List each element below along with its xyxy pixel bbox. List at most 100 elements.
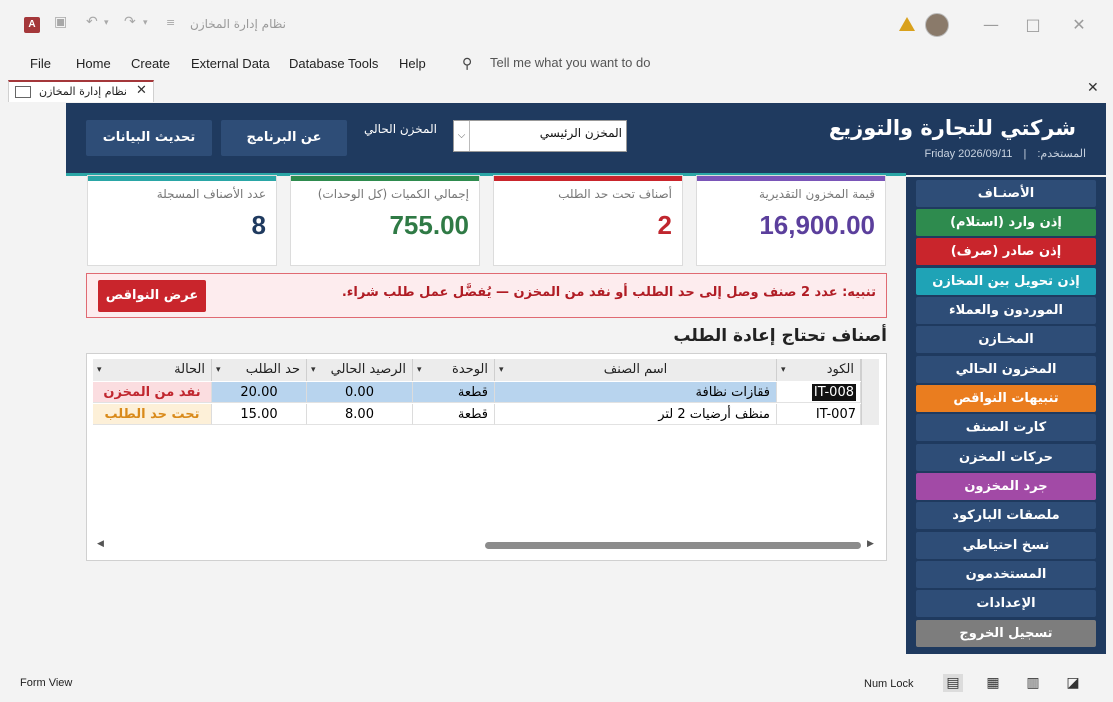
- about-button[interactable]: عن البرنامج: [221, 120, 347, 156]
- column-header-unit[interactable]: الوحدة ▾: [413, 359, 495, 381]
- minimize-icon[interactable]: —: [976, 10, 1006, 40]
- nav-warehouses-button[interactable]: المخـازن: [916, 326, 1096, 353]
- cell-unit[interactable]: قطعة: [413, 382, 495, 403]
- nav-current-stock-button[interactable]: المخزون الحالي: [916, 356, 1096, 383]
- card-accent-bar: [291, 176, 479, 181]
- cell-name[interactable]: فقازات نظافة: [495, 382, 777, 403]
- layout-view-icon[interactable]: ▥: [1023, 674, 1043, 692]
- card-value: 755.00: [389, 210, 469, 240]
- sort-arrow-icon[interactable]: ▾: [499, 359, 504, 381]
- tab-file[interactable]: File: [30, 56, 51, 71]
- redo-dropdown-icon[interactable]: ▾: [143, 18, 148, 28]
- document-tab-label: نظام إدارة المخازن: [39, 85, 127, 98]
- table-row[interactable]: IT-008 فقازات نظافة قطعة 0.00 20.00 نفد …: [93, 382, 861, 403]
- column-header-label: الوحدة: [452, 362, 488, 377]
- warehouse-select[interactable]: ⌵ المخزن الرئيسي: [453, 120, 627, 152]
- close-tab-icon[interactable]: ✕: [136, 83, 147, 98]
- datasheet-view-icon[interactable]: ▦: [983, 674, 1003, 692]
- design-view-icon[interactable]: ◪: [1063, 674, 1083, 692]
- sort-arrow-icon[interactable]: ▾: [216, 359, 221, 381]
- close-window-icon[interactable]: ✕: [1064, 10, 1094, 40]
- nav-items-button[interactable]: الأصنـاف: [916, 180, 1096, 207]
- redo-icon[interactable]: ↷: [124, 14, 136, 30]
- card-value: 2: [657, 210, 672, 240]
- nav-movements-button[interactable]: حركات المخزن: [916, 444, 1096, 471]
- card-accent-bar: [494, 176, 682, 181]
- user-label: المستخدم:: [1037, 148, 1086, 160]
- cell-reorder[interactable]: 20.00: [212, 382, 307, 403]
- cell-reorder[interactable]: 15.00: [212, 404, 307, 425]
- tab-create[interactable]: Create: [131, 56, 170, 71]
- cell-code[interactable]: IT-007: [777, 404, 861, 425]
- cell-unit[interactable]: قطعة: [413, 404, 495, 425]
- nav-backup-button[interactable]: نسخ احتياطي: [916, 532, 1096, 559]
- column-header-name[interactable]: اسم الصنف ▾: [495, 359, 777, 381]
- table-row[interactable]: IT-007 منظف أرضيات 2 لتر قطعة 8.00 15.00…: [93, 404, 861, 425]
- tab-database-tools[interactable]: Database Tools: [289, 56, 378, 71]
- column-header-code[interactable]: الكود ▾: [777, 359, 861, 381]
- save-icon[interactable]: ▣: [54, 14, 67, 30]
- nav-shortage-alerts-button[interactable]: تنبيهات النواقص: [916, 385, 1096, 412]
- form-icon: [15, 86, 31, 98]
- sort-arrow-icon[interactable]: ▾: [97, 359, 102, 381]
- refresh-data-button[interactable]: تحديث البيانات: [86, 120, 212, 156]
- cell-code[interactable]: IT-008: [777, 382, 861, 403]
- chevron-down-icon[interactable]: ⌵: [454, 121, 470, 151]
- sort-arrow-icon[interactable]: ▾: [311, 359, 316, 381]
- nav-item-card-button[interactable]: كارت الصنف: [916, 414, 1096, 441]
- avatar[interactable]: [925, 13, 949, 37]
- access-window: A ▣ ↶ ▾ ↷ ▾ ≡ نظام إدارة المخازن — □ ✕ F…: [0, 0, 1113, 702]
- card-label: عدد الأصناف المسجلة: [156, 187, 266, 201]
- tab-external-data[interactable]: External Data: [191, 56, 270, 71]
- nav-transfer-button[interactable]: إذن تحويل بين المخازن: [916, 268, 1096, 295]
- scroll-left-icon[interactable]: ◀: [97, 539, 104, 549]
- alert-text: تنبيه: عدد 2 صنف وصل إلى حد الطلب أو نفد…: [341, 285, 876, 300]
- status-bar: Form View Num Lock ▤ ▦ ▥ ◪: [0, 667, 1113, 702]
- card-below-reorder: أصناف تحت حد الطلب 2: [493, 175, 683, 266]
- tab-home[interactable]: Home: [76, 56, 111, 71]
- section-title: أصناف تحتاج إعادة الطلب: [673, 326, 887, 346]
- form-view-icon[interactable]: ▤: [943, 674, 963, 692]
- undo-dropdown-icon[interactable]: ▾: [104, 18, 109, 28]
- nav-issue-button[interactable]: إذن صادر (صرف): [916, 238, 1096, 265]
- cell-status[interactable]: نفد من المخزن: [93, 382, 212, 403]
- document-tab[interactable]: نظام إدارة المخازن ✕: [8, 80, 154, 102]
- company-name: شركتي للتجارة والتوزيع: [828, 116, 1076, 140]
- tell-me-input[interactable]: Tell me what you want to do: [490, 55, 650, 70]
- show-shortages-button[interactable]: عرض النواقص: [98, 280, 206, 312]
- scrollbar-thumb[interactable]: [485, 542, 861, 549]
- nav-stocktake-button[interactable]: جرد المخزون: [916, 473, 1096, 500]
- column-header-status[interactable]: الحالة ▾: [93, 359, 212, 381]
- nav-users-button[interactable]: المستخدمون: [916, 561, 1096, 588]
- close-document-icon[interactable]: ✕: [1087, 80, 1099, 96]
- nav-receipt-button[interactable]: إذن وارد (استلام): [916, 209, 1096, 236]
- search-icon[interactable]: ⚲: [462, 56, 472, 72]
- horizontal-scrollbar[interactable]: ◀ ▶: [95, 538, 877, 552]
- nav-logout-button[interactable]: تسجيل الخروج: [916, 620, 1096, 647]
- sort-arrow-icon[interactable]: ▾: [781, 359, 786, 381]
- ribbon-tabs: File Home Create External Data Database …: [0, 50, 1113, 78]
- nav-suppliers-button[interactable]: الموردون والعملاء: [916, 297, 1096, 324]
- maximize-icon[interactable]: □: [1018, 10, 1048, 40]
- scroll-right-icon[interactable]: ▶: [867, 539, 874, 549]
- side-navigation: الأصنـاف إذن وارد (استلام) إذن صادر (صرف…: [906, 177, 1106, 654]
- sort-arrow-icon[interactable]: ▾: [417, 359, 422, 381]
- cell-balance[interactable]: 0.00: [307, 382, 413, 403]
- title-bar: A ▣ ↶ ▾ ↷ ▾ ≡ نظام إدارة المخازن — □ ✕: [0, 0, 1113, 50]
- cell-name[interactable]: منظف أرضيات 2 لتر: [495, 404, 777, 425]
- record-selector-column[interactable]: [861, 359, 879, 425]
- customize-toolbar-icon[interactable]: ≡: [166, 16, 175, 29]
- warning-icon[interactable]: [899, 17, 915, 31]
- card-value: 16,900.00: [759, 210, 875, 240]
- column-header-reorder[interactable]: حد الطلب ▾: [212, 359, 307, 381]
- column-header-balance[interactable]: الرصيد الحالي ▾: [307, 359, 413, 381]
- undo-icon[interactable]: ↶: [86, 14, 98, 30]
- tab-help[interactable]: Help: [399, 56, 426, 71]
- form-header: شركتي للتجارة والتوزيع المستخدم: | Frida…: [66, 103, 1106, 175]
- column-header-label: اسم الصنف: [603, 362, 668, 377]
- cell-balance[interactable]: 8.00: [307, 404, 413, 425]
- window-title: نظام إدارة المخازن: [190, 17, 286, 31]
- cell-status[interactable]: تحت حد الطلب: [93, 404, 212, 425]
- nav-barcode-labels-button[interactable]: ملصقات الباركود: [916, 502, 1096, 529]
- nav-settings-button[interactable]: الإعدادات: [916, 590, 1096, 617]
